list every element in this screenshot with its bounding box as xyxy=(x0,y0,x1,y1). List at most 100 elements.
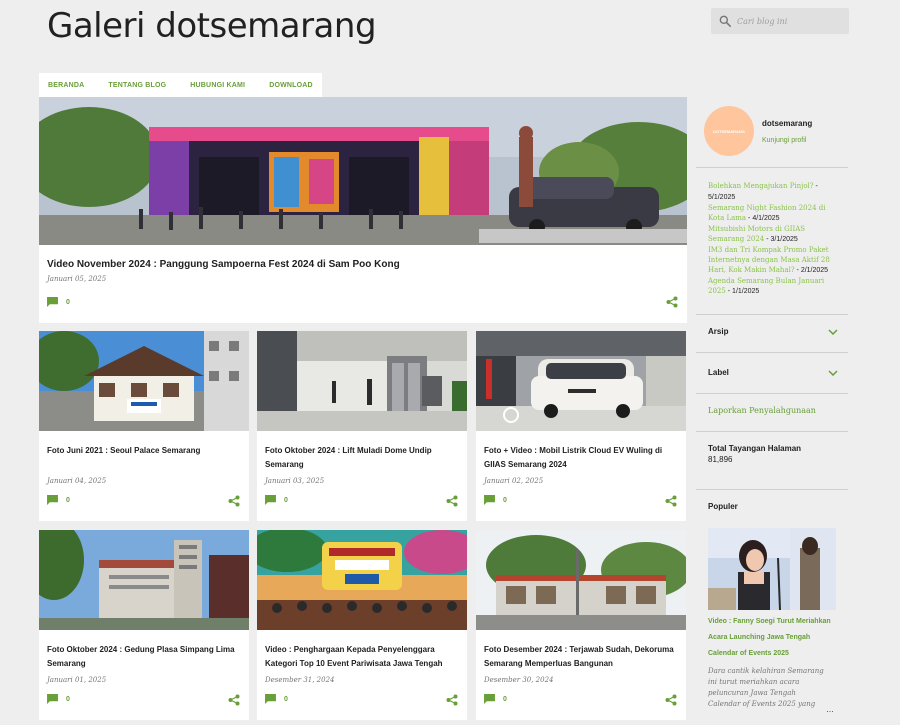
post-image[interactable] xyxy=(476,331,686,431)
comment-count: 0 xyxy=(503,695,507,703)
list-item: Mitsubishi Motors di GIIAS Semarang 2024… xyxy=(708,224,840,245)
popular-post-image[interactable] xyxy=(708,528,836,610)
recent-post-date: - 1/1/2025 xyxy=(725,288,760,295)
main-nav: BERANDA TENTANG BLOG HUBUNGI KAMI DOWNLO… xyxy=(39,73,322,97)
archive-toggle[interactable]: Arsip xyxy=(708,327,838,336)
pageviews-label: Total Tayangan Halaman xyxy=(708,444,802,453)
divider xyxy=(696,167,848,168)
popular-post-snippet: Dara cantik kelahiran Semarang ini turut… xyxy=(708,667,824,708)
label-widget-label: Label xyxy=(708,368,729,377)
visit-profile-link[interactable]: Kunjungi profil xyxy=(762,137,806,144)
pageviews-value: 81,896 xyxy=(708,455,733,464)
share-icon[interactable] xyxy=(446,495,458,507)
post-date[interactable]: Januari 02, 2025 xyxy=(484,477,543,485)
post-date[interactable]: Januari 04, 2025 xyxy=(47,477,106,485)
post-card: Foto Oktober 2024 : Gedung Plasa Simpang… xyxy=(39,530,249,720)
comment-count: 0 xyxy=(66,695,70,703)
comment-link[interactable]: 0 xyxy=(265,495,288,505)
recent-post-date: - 3/1/2025 xyxy=(764,236,798,243)
comment-count: 0 xyxy=(66,298,70,306)
nav-home[interactable]: BERANDA xyxy=(48,82,84,89)
list-item: Semarang Night Fashion 2024 di Kota Lama… xyxy=(708,203,840,224)
comment-icon xyxy=(265,694,276,704)
comment-icon xyxy=(47,297,58,307)
post-card: Foto + Video : Mobil Listrik Cloud EV Wu… xyxy=(476,331,686,521)
post-title[interactable]: Video : Penghargaan Kepada Penyelenggara… xyxy=(265,643,461,671)
chevron-down-icon xyxy=(828,328,838,335)
post-title[interactable]: Foto Desember 2024 : Terjawab Sudah, Dek… xyxy=(484,643,680,671)
comment-link[interactable]: 0 xyxy=(484,495,507,505)
comment-icon xyxy=(265,495,276,505)
profile-name[interactable]: dotsemarang xyxy=(762,119,812,128)
post-title[interactable]: Foto Oktober 2024 : Gedung Plasa Simpang… xyxy=(47,643,243,671)
recent-posts-list: Bolehkan Mengajukan Pinjol? - 5/1/2025 S… xyxy=(708,181,840,297)
avatar-text: DOTSEMARANG xyxy=(713,128,745,134)
post-card: Video : Penghargaan Kepada Penyelenggara… xyxy=(257,530,467,720)
comment-link[interactable]: 0 xyxy=(47,495,70,505)
nav-contact[interactable]: HUBUNGI KAMI xyxy=(190,82,245,89)
share-icon[interactable] xyxy=(446,694,458,706)
comment-icon xyxy=(47,495,58,505)
post-date[interactable]: Desember 30, 2024 xyxy=(484,676,554,684)
search-icon[interactable] xyxy=(718,14,732,28)
share-icon[interactable] xyxy=(665,694,677,706)
share-icon[interactable] xyxy=(228,694,240,706)
list-item: Agenda Semarang Bulan Januari 2025 - 1/1… xyxy=(708,276,840,297)
comment-icon xyxy=(484,694,495,704)
post-title[interactable]: Foto + Video : Mobil Listrik Cloud EV Wu… xyxy=(484,444,680,472)
comment-count: 0 xyxy=(66,496,70,504)
divider xyxy=(696,431,848,432)
divider xyxy=(696,393,848,394)
avatar[interactable]: DOTSEMARANG xyxy=(704,106,754,156)
comment-link[interactable]: 0 xyxy=(47,694,70,704)
post-card: Foto Juni 2021 : Seoul Palace Semarang J… xyxy=(39,331,249,521)
comment-icon xyxy=(47,694,58,704)
divider xyxy=(696,314,848,315)
featured-post-title[interactable]: Video November 2024 : Panggung Sampoerna… xyxy=(47,259,400,270)
featured-comment-link[interactable]: 0 xyxy=(47,297,70,307)
search-input[interactable] xyxy=(737,12,845,30)
comment-link[interactable]: 0 xyxy=(265,694,288,704)
popular-post-title[interactable]: Video : Fanny Soegi Turut Meriahkan Acar… xyxy=(708,614,840,662)
report-abuse-link[interactable]: Laporkan Penyalahgunaan xyxy=(708,406,816,415)
popular-label: Populer xyxy=(708,502,738,511)
featured-post: Video November 2024 : Panggung Sampoerna… xyxy=(39,97,687,323)
comment-icon xyxy=(484,495,495,505)
post-image[interactable] xyxy=(257,530,467,630)
post-card: Foto Desember 2024 : Terjawab Sudah, Dek… xyxy=(476,530,686,720)
post-title[interactable]: Foto Juni 2021 : Seoul Palace Semarang xyxy=(47,444,243,458)
share-icon[interactable] xyxy=(666,296,678,308)
divider xyxy=(696,489,848,490)
list-item: Bolehkan Mengajukan Pinjol? - 5/1/2025 xyxy=(708,181,840,203)
post-image[interactable] xyxy=(476,530,686,630)
blog-title[interactable]: Galeri dotsemarang xyxy=(47,6,377,46)
comment-link[interactable]: 0 xyxy=(484,694,507,704)
search-box[interactable] xyxy=(711,8,849,34)
comment-count: 0 xyxy=(503,496,507,504)
featured-post-date[interactable]: Januari 05, 2025 xyxy=(47,275,106,283)
post-date[interactable]: Januari 01, 2025 xyxy=(47,676,106,684)
read-more-ellipsis[interactable]: … xyxy=(826,705,834,714)
nav-download[interactable]: DOWNLOAD xyxy=(269,82,313,89)
recent-post-link[interactable]: Bolehkan Mengajukan Pinjol? xyxy=(708,182,814,190)
recent-post-date: - 2/1/2025 xyxy=(794,267,829,274)
share-icon[interactable] xyxy=(665,495,677,507)
post-date[interactable]: Januari 03, 2025 xyxy=(265,477,324,485)
post-card: Foto Oktober 2024 : Lift Muladi Dome Und… xyxy=(257,331,467,521)
comment-count: 0 xyxy=(284,695,288,703)
post-image[interactable] xyxy=(39,530,249,630)
archive-label: Arsip xyxy=(708,327,729,336)
recent-post-date: - 4/1/2025 xyxy=(746,215,780,222)
post-date[interactable]: Desember 31, 2024 xyxy=(265,676,335,684)
share-icon[interactable] xyxy=(228,495,240,507)
comment-count: 0 xyxy=(284,496,288,504)
chevron-down-icon xyxy=(828,369,838,376)
divider xyxy=(696,352,848,353)
nav-about[interactable]: TENTANG BLOG xyxy=(108,82,166,89)
post-image[interactable] xyxy=(257,331,467,431)
list-item: IM3 dan Tri Kompak Promo Paket Internetn… xyxy=(708,245,840,276)
post-image[interactable] xyxy=(39,331,249,431)
label-toggle[interactable]: Label xyxy=(708,368,838,377)
featured-post-image[interactable] xyxy=(39,97,687,245)
post-title[interactable]: Foto Oktober 2024 : Lift Muladi Dome Und… xyxy=(265,444,461,472)
